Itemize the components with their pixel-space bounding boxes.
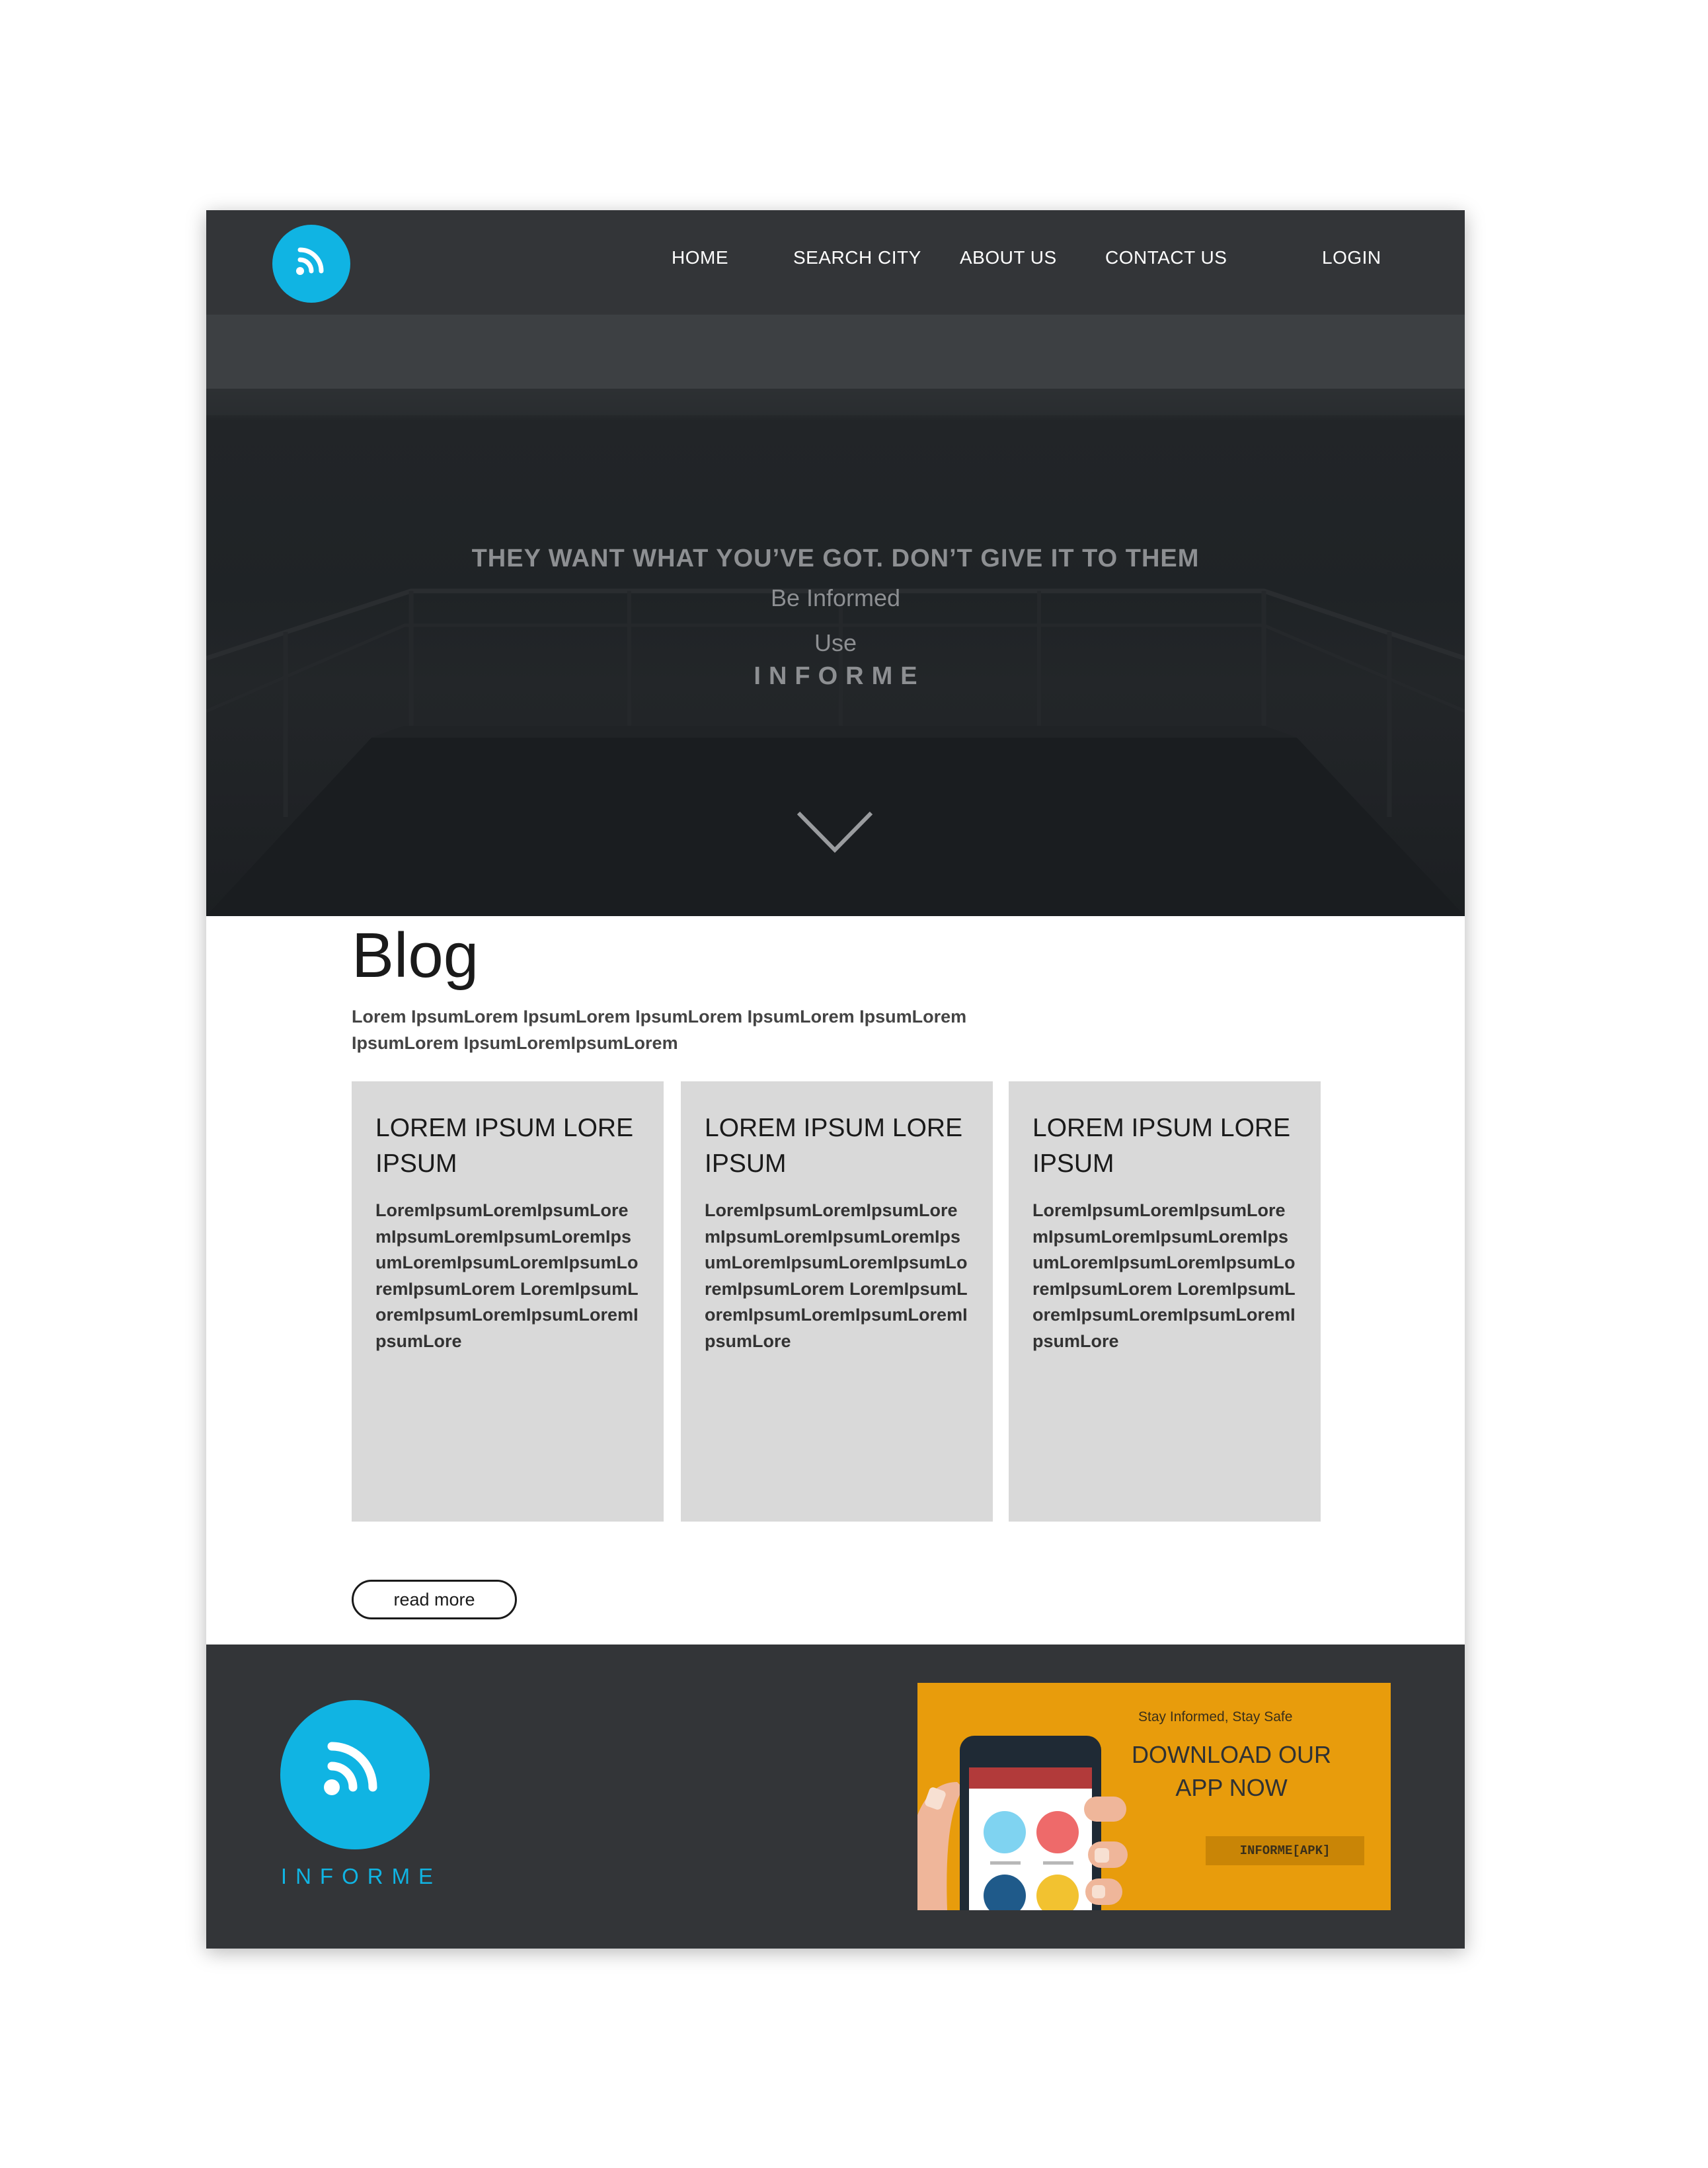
blog-card[interactable]: LOREM IPSUM LORE IPSUM LoremIpsumLoremIp… [681, 1081, 993, 1522]
blog-card-body: LoremIpsumLoremIpsumLoremIpsumLoremIpsum… [705, 1200, 968, 1351]
blog-card-title: LOREM IPSUM LORE IPSUM [375, 1114, 634, 1178]
hero-headline: THEY WANT WHAT YOU’VE GOT. DON’T GIVE IT… [471, 545, 1200, 572]
blog-card-title: LOREM IPSUM LORE IPSUM [1032, 1114, 1291, 1178]
blog-intro: Lorem IpsumLorem IpsumLorem IpsumLorem I… [352, 1007, 967, 1053]
nav-search-city-link[interactable]: SEARCH CITY [793, 247, 921, 268]
read-more-button[interactable]: read more [352, 1580, 517, 1619]
hero-use-text: Use [814, 629, 857, 656]
blog-card[interactable]: LOREM IPSUM LORE IPSUM LoremIpsumLoremIp… [352, 1081, 664, 1522]
nav-home-link[interactable]: HOME [672, 247, 728, 268]
chevron-down-icon[interactable] [793, 806, 876, 859]
web-page: HOME SEARCH CITY ABOUT US CONTACT US LOG… [206, 210, 1465, 1949]
hero-banner: THEY WANT WHAT YOU’VE GOT. DON’T GIVE IT… [206, 315, 1465, 916]
download-apk-button[interactable]: INFORME[APK] [1206, 1836, 1364, 1865]
hero-brand: INFORME [754, 662, 925, 690]
banner-tagline: Stay Informed, Stay Safe [1138, 1709, 1293, 1724]
footer-brand: INFORME [280, 1864, 442, 1888]
rss-feed-icon[interactable] [272, 225, 350, 303]
banner-title: DOWNLOAD OUR APP NOW [1131, 1741, 1331, 1801]
blog-card-body: LoremIpsumLoremIpsumLoremIpsumLoremIpsum… [375, 1200, 639, 1351]
login-link[interactable]: LOGIN [1322, 247, 1381, 268]
nav-contact-us-link[interactable]: CONTACT US [1105, 247, 1227, 268]
rss-feed-icon[interactable] [280, 1700, 430, 1849]
blog-title: Blog [352, 920, 479, 991]
blog-card-title: LOREM IPSUM LORE IPSUM [705, 1114, 963, 1178]
blog-card-body: LoremIpsumLoremIpsumLoremIpsumLoremIpsum… [1032, 1200, 1296, 1351]
app-download-banner[interactable]: Stay Informed, Stay Safe DOWNLOAD OUR AP… [917, 1683, 1391, 1910]
top-nav: HOME SEARCH CITY ABOUT US CONTACT US LOG… [206, 210, 1465, 315]
nav-about-us-link[interactable]: ABOUT US [960, 247, 1057, 268]
footer: INFORME Stay Informed, Stay Safe DOWNLOA… [206, 1645, 1465, 1949]
hero-subline: Be Informed [770, 584, 901, 611]
blog-card[interactable]: LOREM IPSUM LORE IPSUM LoremIpsumLoremIp… [1009, 1081, 1321, 1522]
